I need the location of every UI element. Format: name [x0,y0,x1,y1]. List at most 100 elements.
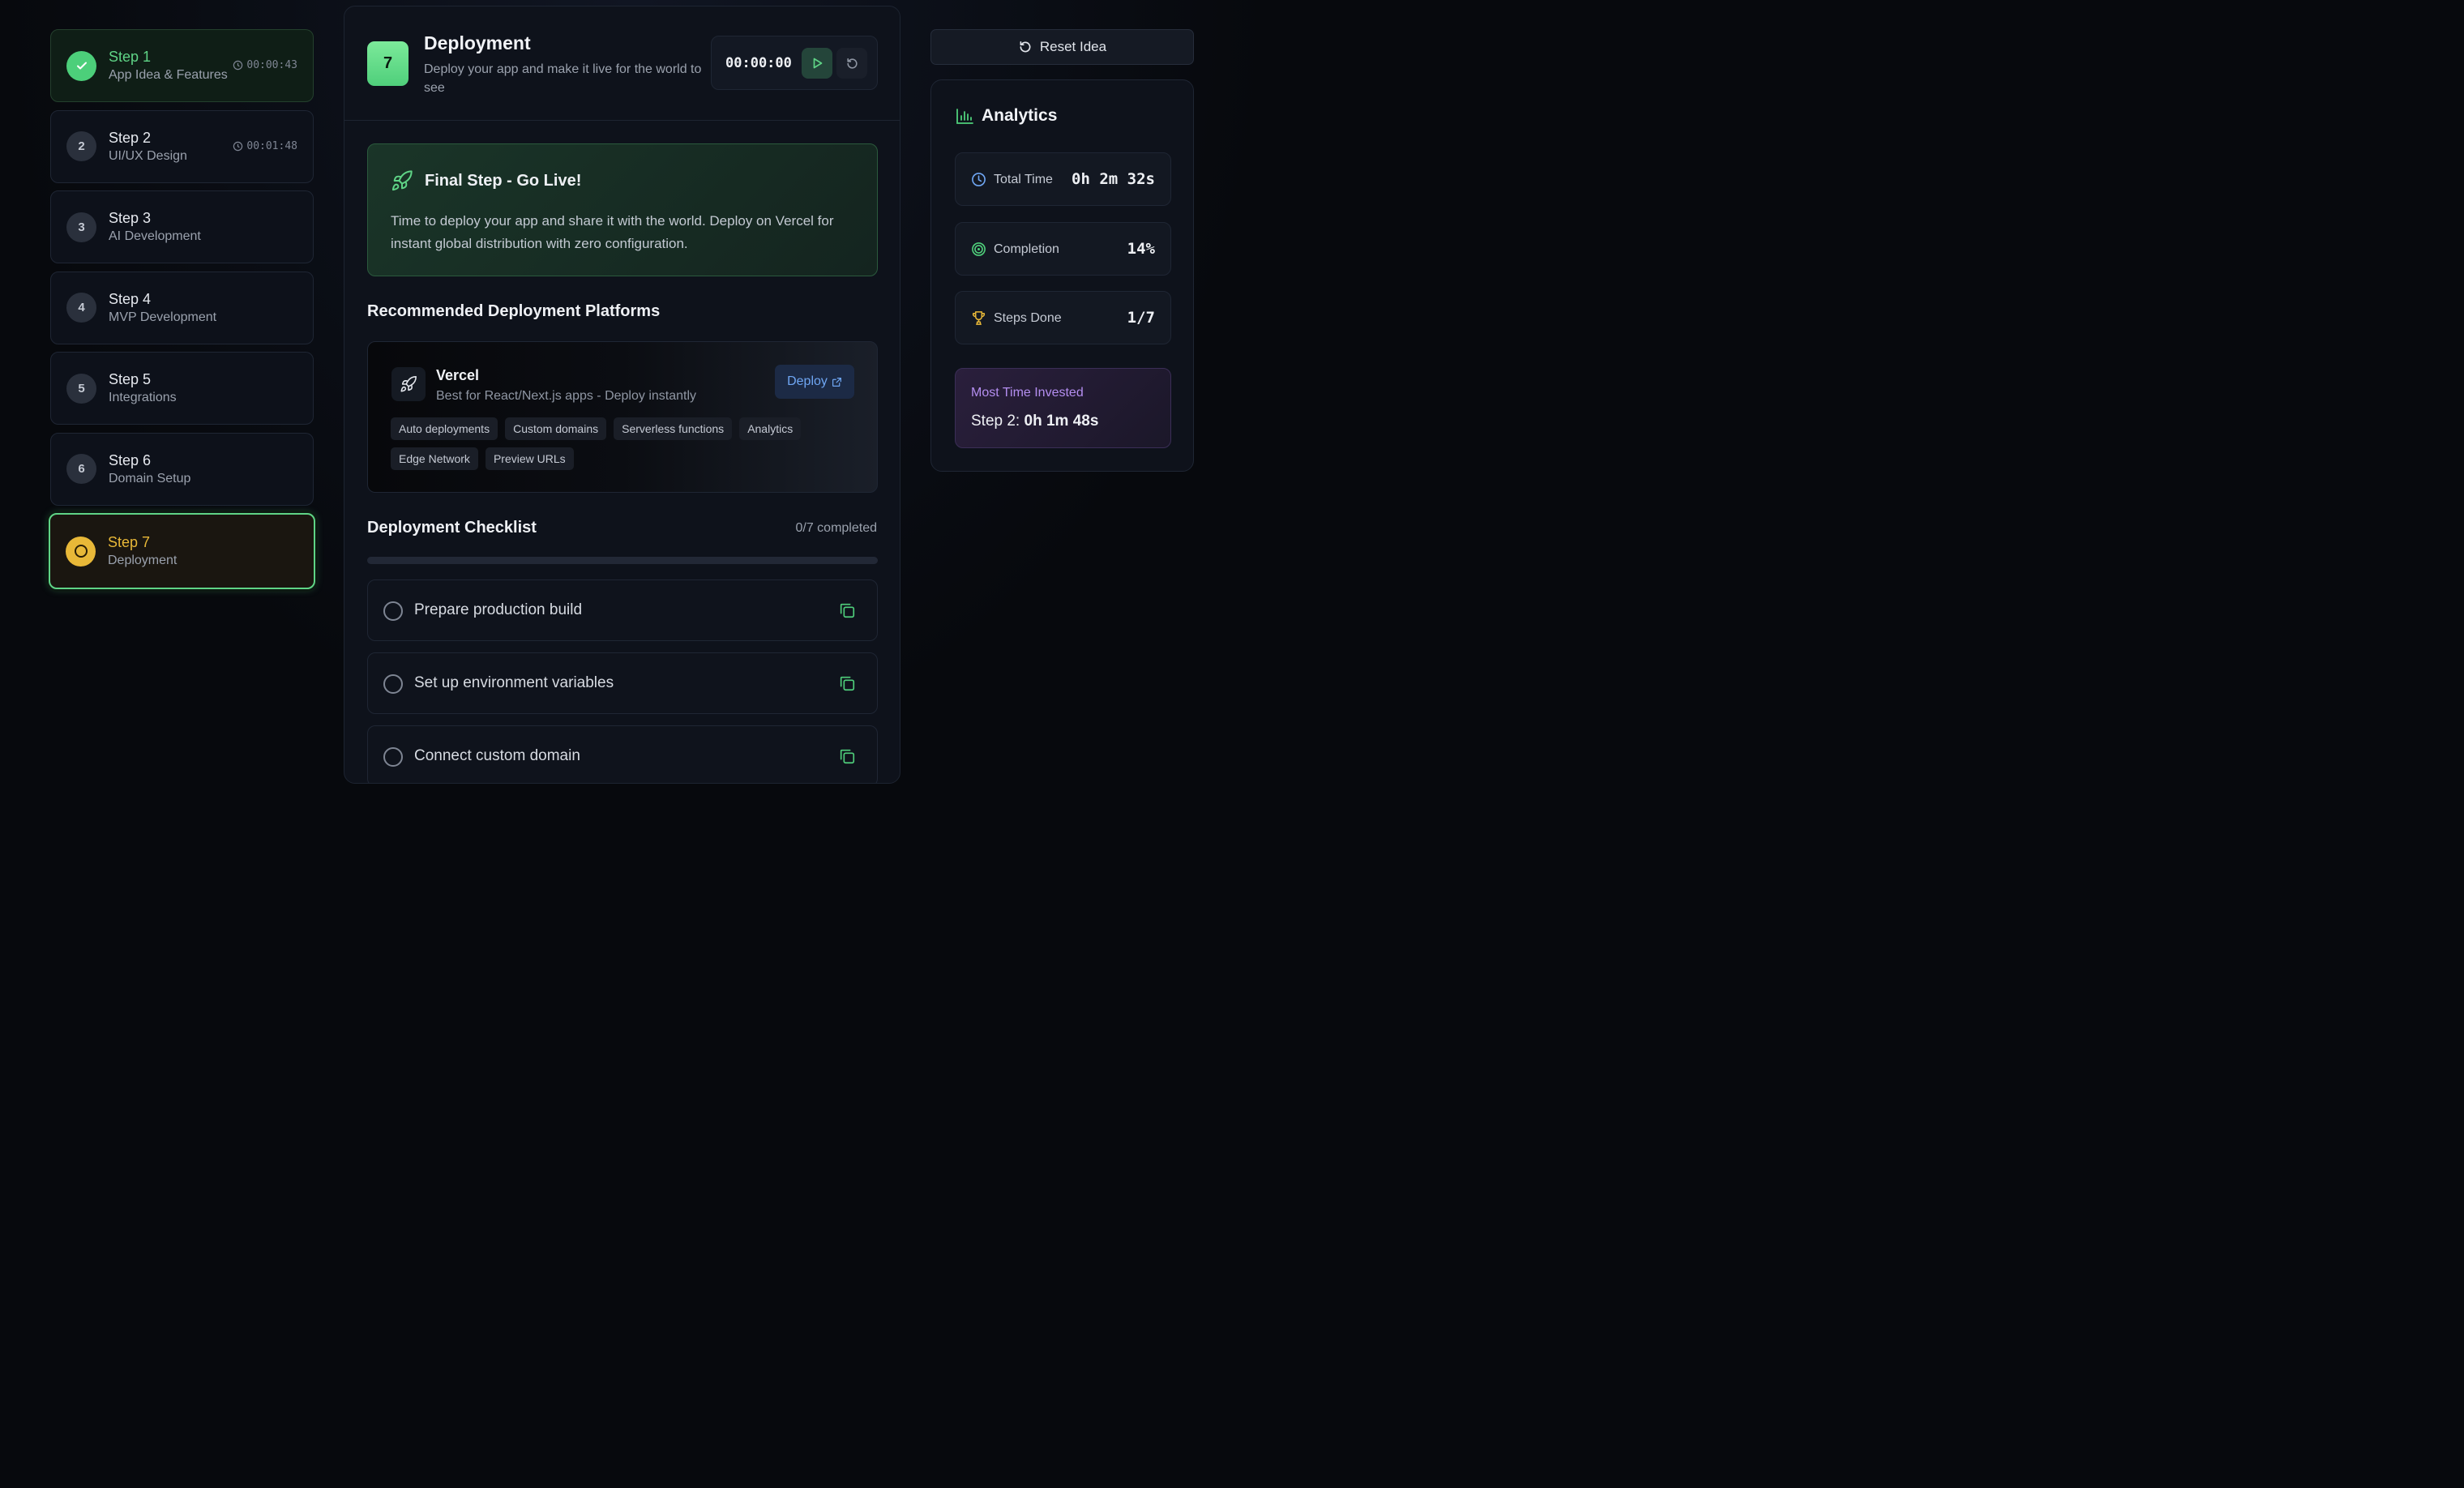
platform-logo [391,367,426,401]
most-time-step: Step 2: [971,413,1020,430]
step-current-badge [66,536,96,567]
stat-label: Steps Done [994,311,1062,325]
step-timer-control: 00:00:00 [711,36,878,90]
checklist-item-label: Connect custom domain [414,747,580,764]
feature-tag: Serverless functions [614,417,733,440]
feature-tag: Analytics [739,417,802,440]
reset-idea-button[interactable]: Reset Idea [930,29,1194,65]
step-timer: 00:01:48 [233,140,297,152]
platform-card-vercel: Vercel Best for React/Next.js apps - Dep… [367,341,878,493]
step-subtitle: MVP Development [109,310,217,324]
clock-icon [972,173,986,186]
most-time-duration: 0h 1m 48s [1024,413,1099,430]
most-time-label: Most Time Invested [971,386,1084,400]
step-timer-value: 00:00:43 [246,59,297,71]
step-number: 4 [66,293,96,323]
step-timer: 00:00:43 [233,59,297,71]
step-title: Step 7 [108,534,151,550]
stat-value: 0h 2m 32s [1072,170,1155,188]
checklist-progress-bar [367,557,878,564]
rocket-icon [391,170,413,191]
rocket-icon [400,376,417,392]
step-number: 6 [66,454,96,484]
step-title: Step 2 [109,129,152,146]
go-live-title: Final Step - Go Live! [425,172,582,190]
go-live-text: Time to deploy your app and share it wit… [391,213,834,251]
step-item-3[interactable]: 3 Step 3 AI Development [50,190,314,263]
checklist-item[interactable]: Prepare production build [367,579,878,641]
step-number: 5 [66,373,96,404]
rotate-ccw-icon [846,58,858,69]
checklist-title: Deployment Checklist [367,519,537,537]
step-subtitle: AI Development [109,229,201,243]
platform-description: Best for React/Next.js apps - Deploy ins… [436,389,697,403]
step-subtitle: Deployment [108,554,178,567]
page-title: Deployment [424,32,531,53]
step-item-2[interactable]: 2 Step 2 UI/UX Design 00:01:48 [50,109,314,183]
step-header: 7 Deployment Deploy your app and make it… [344,6,900,121]
stat-total-time: Total Time 0h 2m 32s [955,152,1171,206]
step-title: Step 5 [109,371,152,387]
step-check-badge [66,50,96,81]
platforms-section-title: Recommended Deployment Platforms [367,302,661,320]
step-subtitle: Domain Setup [109,471,191,485]
timer-display: 00:00:00 [725,55,792,71]
step-detail-panel: 7 Deployment Deploy your app and make it… [344,6,900,784]
copy-icon[interactable] [838,747,856,765]
feature-tag: Auto deployments [391,417,498,440]
target-icon [972,242,986,256]
analytics-panel: Analytics Total Time 0h 2m 32s Completio… [930,79,1194,472]
step-title: Step 1 [109,49,152,65]
rotate-ccw-icon [1020,41,1031,53]
step-item-7[interactable]: Step 7 Deployment [49,513,315,589]
stat-completion: Completion 14% [955,222,1171,276]
feature-tags: Auto deployments Custom domains Serverle… [391,417,845,470]
steps-sidebar: Step 1 App Idea & Features 00:00:43 2 St… [49,29,315,597]
stat-value: 14% [1127,240,1155,258]
step-subtitle: UI/UX Design [109,148,187,163]
copy-icon[interactable] [838,601,856,619]
analytics-title: Analytics [982,106,1058,125]
deploy-button[interactable]: Deploy [775,365,854,399]
step-item-5[interactable]: 5 Step 5 Integrations [50,352,314,425]
feature-tag: Custom domains [505,417,607,440]
step-number-badge: 7 [367,41,409,86]
external-link-icon [832,377,841,387]
step-title: Step 4 [109,290,152,307]
page-description: Deploy your app and make it live for the… [424,62,702,95]
step-item-4[interactable]: 4 Step 4 MVP Development [50,271,314,344]
trophy-icon [972,311,986,325]
checklist-count: 0/7 completed [795,521,877,535]
bar-chart-icon [956,109,973,124]
checkbox[interactable] [383,747,403,767]
checkbox[interactable] [383,601,403,621]
clock-icon [233,141,243,151]
reset-timer-button[interactable] [836,48,867,79]
checklist-item-label: Prepare production build [414,601,583,618]
most-time-value: Step 2: 0h 1m 48s [971,413,1098,430]
checklist-item-label: Set up environment variables [414,674,614,691]
checklist-item[interactable]: Connect custom domain [367,725,878,783]
step-number: 2 [66,131,96,161]
checkbox[interactable] [383,674,403,694]
checklist-item[interactable]: Set up environment variables [367,652,878,714]
stat-label: Completion [994,242,1059,256]
feature-tag: Edge Network [391,447,478,470]
stat-label: Total Time [994,173,1053,186]
stat-steps-done: Steps Done 1/7 [955,291,1171,344]
step-item-6[interactable]: 6 Step 6 Domain Setup [50,432,314,506]
step-title: Step 6 [109,451,152,468]
go-live-callout: Final Step - Go Live! Time to deploy you… [367,143,878,276]
circle-icon [74,545,88,558]
play-timer-button[interactable] [802,48,832,79]
stat-value: 1/7 [1127,309,1155,327]
play-icon [813,58,823,69]
deploy-button-label: Deploy [787,374,828,388]
step-title: Step 3 [109,210,152,226]
reset-idea-label: Reset Idea [1039,39,1107,54]
step-item-1[interactable]: Step 1 App Idea & Features 00:00:43 [50,29,314,102]
check-icon [76,62,87,70]
most-time-invested-card: Most Time Invested Step 2: 0h 1m 48s [955,368,1171,448]
copy-icon[interactable] [838,674,856,692]
step-subtitle: Integrations [109,391,177,404]
